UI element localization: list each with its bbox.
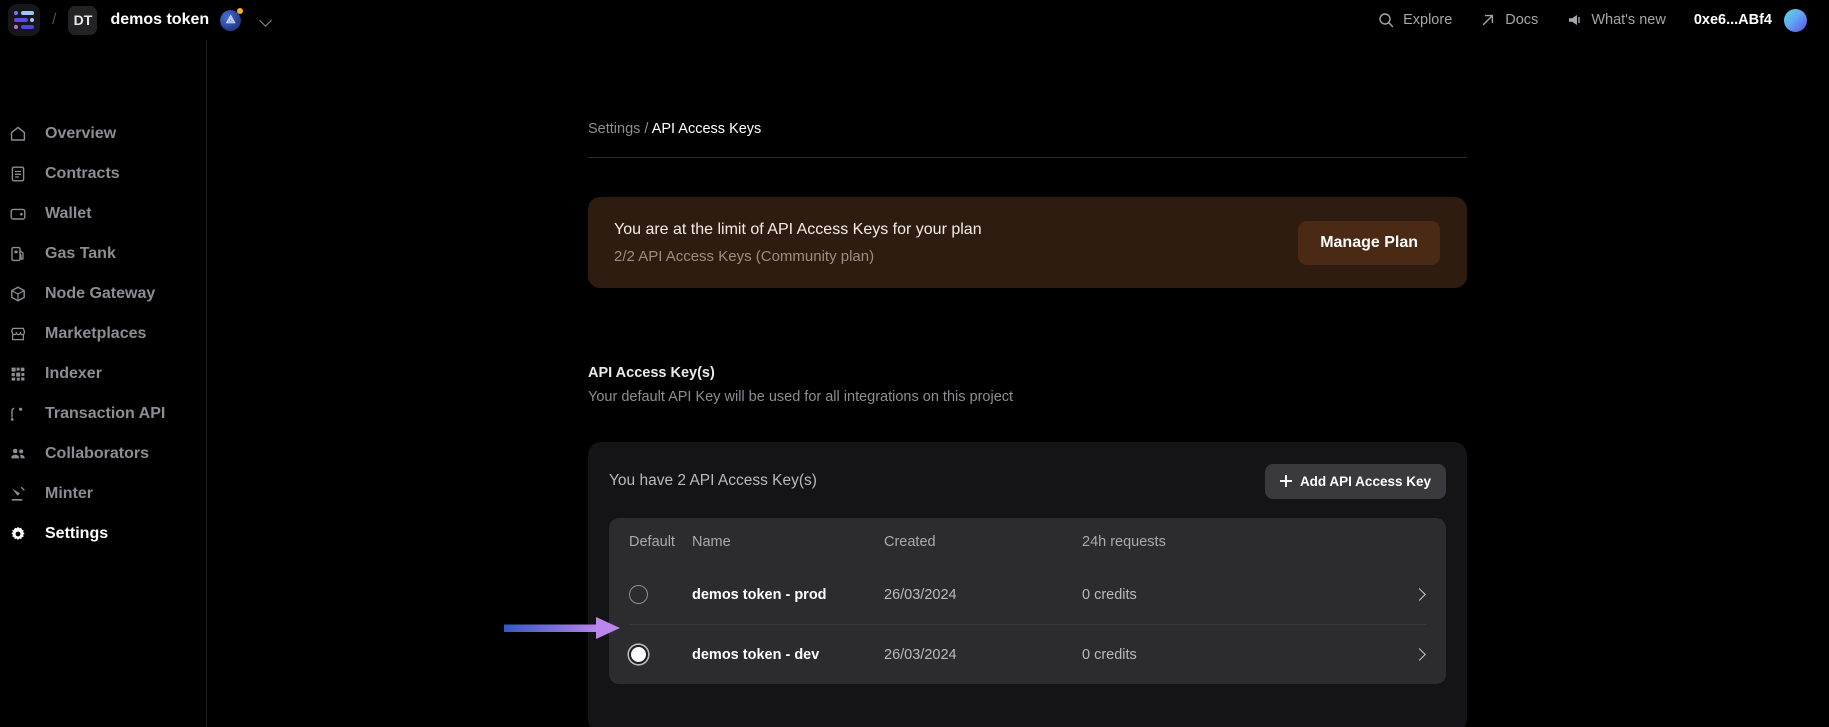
storefront-icon <box>9 325 27 343</box>
project-name[interactable]: demos token <box>110 11 209 29</box>
table-header-row: Default Name Created 24h requests <box>609 518 1446 565</box>
sidebar-item-label: Indexer <box>45 365 102 383</box>
key-requests-cell: 0 credits <box>1082 647 1401 663</box>
pointer-arrow-icon <box>504 614 631 642</box>
sidebar-item-label: Transaction API <box>45 405 165 423</box>
sidebar-item-label: Contracts <box>45 165 120 183</box>
app-root: / DT demos token ⟁ Explore Docs <box>0 0 1829 727</box>
transaction-icon <box>9 405 27 423</box>
sidebar-item-label: Settings <box>45 525 108 543</box>
main-content: Settings / API Access Keys You are at th… <box>207 40 1829 727</box>
project-initials-badge[interactable]: DT <box>68 6 97 35</box>
sidebar-item-label: Marketplaces <box>45 325 146 343</box>
sidebar: Overview Contracts Wallet Gas Tank <box>0 40 207 727</box>
row-open-cell[interactable] <box>1401 589 1425 600</box>
gas-pump-icon <box>9 245 27 263</box>
whats-new-button[interactable]: What's new <box>1566 12 1666 28</box>
row-open-cell[interactable] <box>1401 649 1425 660</box>
wallet-address-button[interactable]: 0xe6...ABf4 <box>1694 9 1807 32</box>
sequence-logo-icon[interactable] <box>8 4 40 36</box>
breadcrumb-divider <box>588 157 1467 158</box>
docs-link[interactable]: Docs <box>1480 12 1538 28</box>
breadcrumb-separator: / <box>640 121 651 137</box>
key-created-cell: 26/03/2024 <box>884 647 1082 663</box>
sidebar-item-marketplaces[interactable]: Marketplaces <box>0 314 206 354</box>
sidebar-item-label: Collaborators <box>45 445 149 463</box>
wallet-address-label: 0xe6...ABf4 <box>1694 12 1772 28</box>
sidebar-item-collaborators[interactable]: Collaborators <box>0 434 206 474</box>
sidebar-item-transaction-api[interactable]: Transaction API <box>0 394 206 434</box>
sidebar-item-label: Node Gateway <box>45 285 155 303</box>
api-keys-card-header: You have 2 API Access Key(s) Add API Acc… <box>609 463 1446 499</box>
api-keys-card: You have 2 API Access Key(s) Add API Acc… <box>588 442 1467 727</box>
column-header-default: Default <box>629 534 692 550</box>
explore-label: Explore <box>1403 12 1452 28</box>
column-header-created: Created <box>884 534 1082 550</box>
project-avatar-icon: ⟁ <box>220 10 241 31</box>
docs-label: Docs <box>1505 12 1538 28</box>
sidebar-item-label: Minter <box>45 485 93 503</box>
table-row[interactable]: demos token - prod 26/03/2024 0 credits <box>609 565 1446 624</box>
breadcrumb: Settings / API Access Keys <box>588 121 761 137</box>
column-header-name: Name <box>692 534 884 550</box>
contract-icon <box>9 165 27 183</box>
sidebar-item-indexer[interactable]: Indexer <box>0 354 206 394</box>
top-bar: / DT demos token ⟁ Explore Docs <box>0 0 1829 40</box>
plus-icon <box>1280 475 1292 487</box>
api-keys-count: You have 2 API Access Key(s) <box>609 472 817 490</box>
sidebar-item-label: Overview <box>45 125 116 143</box>
sidebar-item-label: Wallet <box>45 205 92 223</box>
sidebar-item-wallet[interactable]: Wallet <box>0 194 206 234</box>
sidebar-item-node-gateway[interactable]: Node Gateway <box>0 274 206 314</box>
cube-icon <box>9 285 27 303</box>
default-radio-button[interactable] <box>629 645 648 664</box>
default-cell <box>629 645 692 664</box>
external-link-icon <box>1480 12 1496 28</box>
manage-plan-button[interactable]: Manage Plan <box>1298 221 1440 265</box>
plan-limit-banner: You are at the limit of API Access Keys … <box>588 197 1467 288</box>
sidebar-item-contracts[interactable]: Contracts <box>0 154 206 194</box>
sidebar-item-overview[interactable]: Overview <box>0 114 206 154</box>
sidebar-item-minter[interactable]: Minter <box>0 474 206 514</box>
section-subtitle: Your default API Key will be used for al… <box>588 389 1013 405</box>
key-name-cell: demos token - prod <box>692 587 884 603</box>
breadcrumb-current: API Access Keys <box>652 121 762 137</box>
default-radio-button[interactable] <box>629 585 648 604</box>
table-row[interactable]: demos token - dev 26/03/2024 0 credits <box>609 625 1446 684</box>
column-header-24h-requests: 24h requests <box>1082 534 1401 550</box>
sidebar-item-settings[interactable]: Settings <box>0 514 206 554</box>
plan-limit-text-group: You are at the limit of API Access Keys … <box>614 221 982 265</box>
api-keys-table: Default Name Created 24h requests demos … <box>609 518 1446 684</box>
chevron-right-icon[interactable] <box>1414 649 1425 660</box>
search-icon <box>1378 12 1394 28</box>
megaphone-icon <box>1566 12 1582 28</box>
chevron-down-icon[interactable] <box>259 13 274 28</box>
explore-button[interactable]: Explore <box>1378 12 1452 28</box>
key-name-cell: demos token - dev <box>692 647 884 663</box>
breadcrumb-parent[interactable]: Settings <box>588 121 640 137</box>
key-requests-cell: 0 credits <box>1082 587 1401 603</box>
plan-limit-subtitle: 2/2 API Access Keys (Community plan) <box>614 248 982 265</box>
wallet-avatar-icon <box>1784 9 1807 32</box>
default-cell <box>629 585 692 604</box>
grid-blocks-icon <box>9 365 27 383</box>
section-title: API Access Key(s) <box>588 365 715 381</box>
people-icon <box>9 445 27 463</box>
sidebar-item-label: Gas Tank <box>45 245 116 263</box>
plan-limit-title: You are at the limit of API Access Keys … <box>614 221 982 239</box>
chevron-right-icon[interactable] <box>1414 589 1425 600</box>
wallet-icon <box>9 205 27 223</box>
gear-icon <box>9 525 27 543</box>
topbar-actions: Explore Docs What's new 0xe6...ABf4 <box>1378 9 1807 32</box>
whats-new-label: What's new <box>1591 12 1666 28</box>
home-icon <box>9 125 27 143</box>
add-api-access-key-label: Add API Access Key <box>1300 474 1431 489</box>
topbar-separator: / <box>52 11 56 29</box>
sidebar-item-gas-tank[interactable]: Gas Tank <box>0 234 206 274</box>
add-api-access-key-button[interactable]: Add API Access Key <box>1265 464 1446 499</box>
key-created-cell: 26/03/2024 <box>884 587 1082 603</box>
minter-icon <box>9 485 27 503</box>
